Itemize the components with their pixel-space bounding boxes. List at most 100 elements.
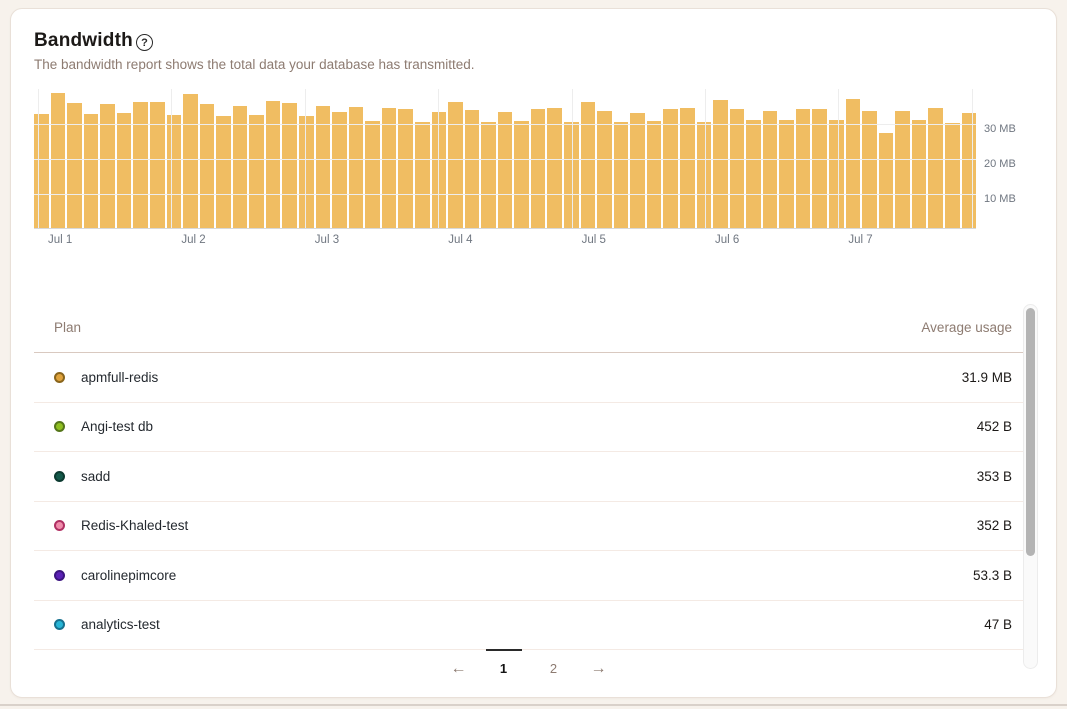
chart-bar[interactable] [365,121,380,228]
x-axis-tick-label: Jul 2 [181,234,205,246]
plan-color-dot [54,619,65,630]
chart-bar[interactable] [167,115,182,228]
table-row[interactable]: Redis-Khaled-test 352 B [34,502,1023,552]
chart-bar[interactable] [150,102,165,228]
chart-bar[interactable] [100,104,115,228]
chart-bar[interactable] [266,101,281,228]
chart-bar[interactable] [614,122,629,228]
chart-bar[interactable] [879,133,894,228]
gridline [38,89,39,228]
chart-bar[interactable] [349,107,364,228]
gridline [838,89,839,228]
table-row[interactable]: apmfull-redis 31.9 MB [34,353,1023,403]
chart-bar[interactable] [697,122,712,228]
chart-bar[interactable] [282,103,297,228]
plan-color-dot [54,372,65,383]
y-axis-tick-label: 30 MB [984,123,1016,135]
y-axis-tick-label: 10 MB [984,193,1016,205]
x-axis-tick-label: Jul 6 [715,234,739,246]
table-header: Plan Average usage [34,302,1023,353]
chart-bar[interactable] [647,121,662,228]
chart-y-axis: 30 MB20 MB10 MB [984,89,1044,229]
chart-bar[interactable] [895,111,910,228]
chart-bar[interactable] [796,109,811,228]
chart-bar[interactable] [862,111,877,228]
x-axis-tick-label: Jul 7 [848,234,872,246]
plan-color-dot [54,471,65,482]
chart-bar[interactable] [597,111,612,228]
table-scrollbar-track[interactable] [1023,304,1038,669]
chart-bar[interactable] [465,110,480,228]
chart-bar[interactable] [481,122,496,228]
plan-usage-value: 31.9 MB [962,370,1012,385]
column-header-average-usage: Average usage [921,320,1012,335]
previous-page-arrow-icon[interactable]: ← [446,656,472,682]
chart-bar[interactable] [680,108,695,228]
x-axis-tick-label: Jul 1 [48,234,72,246]
chart-bar[interactable] [514,121,529,228]
chart-bar[interactable] [183,94,198,228]
chart-bar[interactable] [34,114,49,228]
chart-bar[interactable] [630,113,645,228]
chart-bar[interactable] [133,102,148,228]
chart-bar[interactable] [663,109,678,228]
chart-bar[interactable] [382,108,397,228]
chart-bar[interactable] [117,113,132,228]
plan-color-dot [54,570,65,581]
chart-bar[interactable] [299,116,314,228]
chart-bar[interactable] [51,93,66,228]
next-page-arrow-icon[interactable]: → [586,656,612,682]
chart-bar[interactable] [846,99,861,228]
plan-name: sadd [81,469,977,484]
x-axis-tick-label: Jul 5 [582,234,606,246]
plan-usage-value: 352 B [977,518,1012,533]
plan-color-dot [54,421,65,432]
bandwidth-chart [34,89,976,229]
chart-bar[interactable] [912,120,927,228]
chart-bar[interactable] [67,103,82,228]
chart-bar[interactable] [531,109,546,228]
chart-bar[interactable] [581,102,596,228]
plan-usage-value: 53.3 B [973,568,1012,583]
gridline [972,89,973,228]
chart-bar[interactable] [928,108,943,228]
plan-name: analytics-test [81,617,984,632]
chart-bar[interactable] [332,112,347,228]
page-number-1[interactable]: 1 [486,649,522,687]
chart-bar[interactable] [216,116,231,228]
table-row[interactable]: analytics-test 47 B [34,601,1023,651]
column-header-plan: Plan [54,320,81,335]
help-icon[interactable]: ? [136,34,153,51]
gridline [438,89,439,228]
chart-bar[interactable] [763,111,778,228]
chart-bar[interactable] [812,109,827,228]
chart-bar[interactable] [779,120,794,229]
table-scrollbar-thumb[interactable] [1026,308,1035,556]
chart-bar[interactable] [829,120,844,229]
page-subtitle: The bandwidth report shows the total dat… [34,57,475,72]
chart-bar[interactable] [448,102,463,228]
chart-bar[interactable] [945,123,960,228]
chart-bar[interactable] [249,115,264,228]
table-row[interactable]: sadd 353 B [34,452,1023,502]
gridline [34,124,976,125]
chart-bar[interactable] [547,108,562,228]
table-row[interactable]: carolinepimcore 53.3 B [34,551,1023,601]
chart-bar[interactable] [746,120,761,229]
plan-usage-value: 452 B [977,419,1012,434]
chart-bar[interactable] [962,113,977,229]
chart-bar[interactable] [713,100,728,228]
chart-bar[interactable] [84,114,99,228]
chart-bar[interactable] [398,109,413,228]
pagination: ← 1 2 → [34,650,1023,688]
chart-bar[interactable] [200,104,215,228]
chart-x-axis: Jul 1Jul 2Jul 3Jul 4Jul 5Jul 6Jul 7 [34,234,976,250]
table-row[interactable]: Angi-test db 452 B [34,403,1023,453]
chart-bar[interactable] [415,122,430,228]
x-axis-tick-label: Jul 3 [315,234,339,246]
page-number-2[interactable]: 2 [536,649,572,687]
plan-usage-value: 47 B [984,617,1012,632]
chart-bar[interactable] [730,109,745,228]
chart-bar[interactable] [498,112,513,228]
gridline [305,89,306,228]
